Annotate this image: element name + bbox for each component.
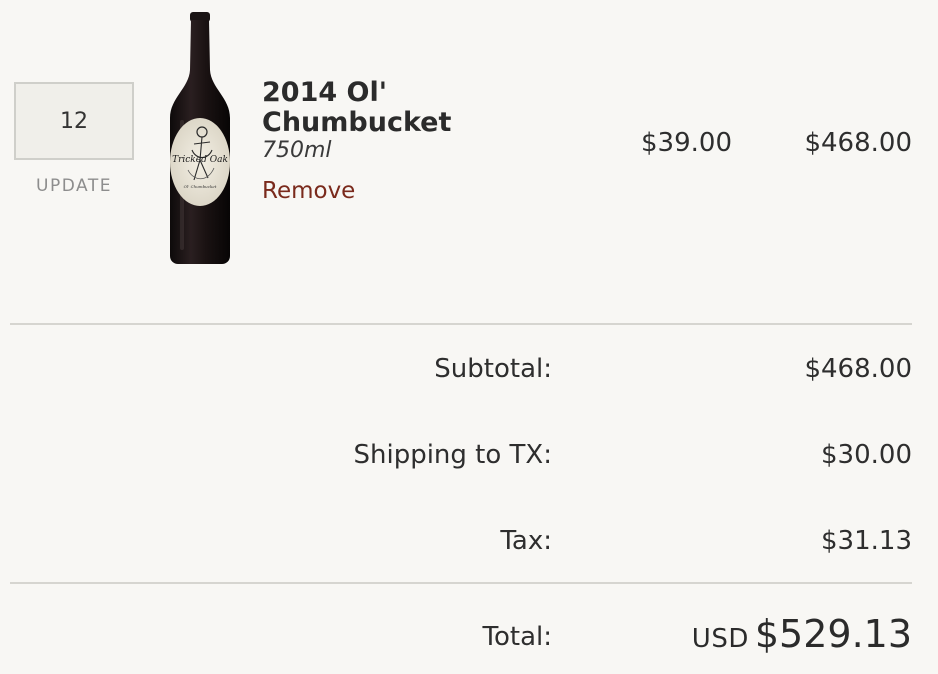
update-button[interactable]: UPDATE <box>14 176 134 196</box>
product-name[interactable]: 2014 Ol' Chumbucket <box>262 78 492 138</box>
subtotal-label: Subtotal: <box>434 354 552 384</box>
shipping-value: $30.00 <box>821 440 912 470</box>
subtotal-value: $468.00 <box>804 354 912 384</box>
total-amount: USD $529.13 <box>692 612 912 656</box>
line-total: $468.00 <box>804 128 912 158</box>
cart-page: UPDATE Tricked Oak Ol' Chumbucket <box>0 0 938 674</box>
product-size: 750ml <box>262 138 332 163</box>
tax-value: $31.13 <box>821 526 912 556</box>
wine-bottle-image: Tricked Oak Ol' Chumbucket <box>170 12 230 264</box>
unit-price: $39.00 <box>641 128 732 158</box>
divider <box>10 323 912 325</box>
tax-label: Tax: <box>500 526 552 556</box>
total-value: $529.13 <box>754 612 912 656</box>
total-label: Total: <box>482 622 552 652</box>
currency-code: USD <box>691 624 749 654</box>
bottle-label-subtext: Ol' Chumbucket <box>184 184 217 189</box>
divider <box>10 582 912 584</box>
bottle-label-text: Tricked Oak <box>172 155 228 165</box>
shipping-label: Shipping to TX: <box>353 440 552 470</box>
quantity-input[interactable] <box>14 82 134 160</box>
remove-button[interactable]: Remove <box>262 178 355 204</box>
